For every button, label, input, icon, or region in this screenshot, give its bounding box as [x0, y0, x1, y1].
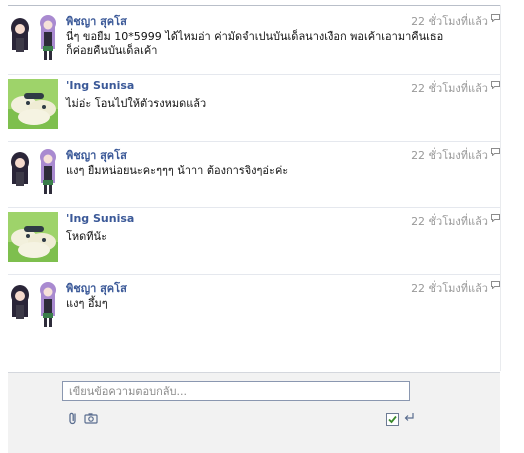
- speech-bubble-icon[interactable]: [491, 281, 500, 289]
- enter-arrow-icon: [404, 413, 414, 421]
- paperclip-icon[interactable]: [66, 411, 80, 425]
- message-timestamp: 22 ชั่วโมงที่แล้ว: [411, 82, 488, 95]
- message-text: แงๆ อึ้มๆ: [66, 297, 108, 310]
- sender-name[interactable]: พิชญา สุคโส: [66, 12, 127, 30]
- speech-bubble-icon[interactable]: [491, 214, 500, 222]
- sender-name[interactable]: พิชญา สุคโส: [66, 279, 127, 297]
- sender-name[interactable]: 'Ing Sunisa: [66, 212, 134, 225]
- message-timestamp: 22 ชั่วโมงที่แล้ว: [411, 15, 488, 28]
- reply-composer: [8, 372, 500, 453]
- message-timestamp: 22 ชั่วโมงที่แล้ว: [411, 215, 488, 228]
- speech-bubble-icon[interactable]: [491, 148, 500, 156]
- enter-to-send-checkbox[interactable]: [386, 413, 399, 426]
- anime-girl-avatar[interactable]: [8, 12, 58, 62]
- message-item: 'Ing Sunisa 22 ชั่วโมงที่แล้ว โหดทีนัะ: [8, 207, 500, 264]
- message-item: พิชญา สุคโส 22 ชั่วโมงที่แล้ว นี่ๆ ขอยืม…: [8, 12, 500, 64]
- sender-name[interactable]: 'Ing Sunisa: [66, 79, 134, 92]
- message-text: นี่ๆ ขอยืม 10*5999 ได้ไหมอ่า ค่ามัดจำเปน…: [66, 30, 444, 57]
- checkmark-icon: [388, 415, 397, 424]
- message-item: 'Ing Sunisa 22 ชั่วโมงที่แล้ว ไม่อ่ะ โอน…: [8, 74, 500, 131]
- sheep-avatar[interactable]: [8, 212, 58, 262]
- message-thread: พิชญา สุคโส 22 ชั่วโมงที่แล้ว นี่ๆ ขอยืม…: [0, 0, 524, 372]
- reply-input[interactable]: [62, 381, 410, 401]
- message-text: ไม่อ่ะ โอนไปให้ตัวรงหมดแล้ว: [66, 97, 207, 110]
- speech-bubble-icon[interactable]: [491, 14, 500, 22]
- sender-name[interactable]: พิชญา สุคโส: [66, 146, 127, 164]
- anime-girl-avatar[interactable]: [8, 279, 58, 329]
- message-text: แงๆ ยืมหน่อยนะคะๆๆๆ น้าาา ต้องการจิงๆอ่ะ…: [66, 164, 289, 177]
- message-timestamp: 22 ชั่วโมงที่แล้ว: [411, 149, 488, 162]
- speech-bubble-icon[interactable]: [491, 81, 500, 89]
- message-text: โหดทีนัะ: [66, 230, 107, 243]
- sheep-avatar[interactable]: [8, 79, 58, 129]
- message-item: พิชญา สุคโส 22 ชั่วโมงที่แล้ว แงๆ อึ้มๆ: [8, 274, 500, 331]
- message-item: พิชญา สุคโส 22 ชั่วโมงที่แล้ว แงๆ ยืมหน่…: [8, 141, 500, 198]
- message-timestamp: 22 ชั่วโมงที่แล้ว: [411, 282, 488, 295]
- camera-icon[interactable]: [84, 411, 98, 425]
- anime-girl-avatar[interactable]: [8, 146, 58, 196]
